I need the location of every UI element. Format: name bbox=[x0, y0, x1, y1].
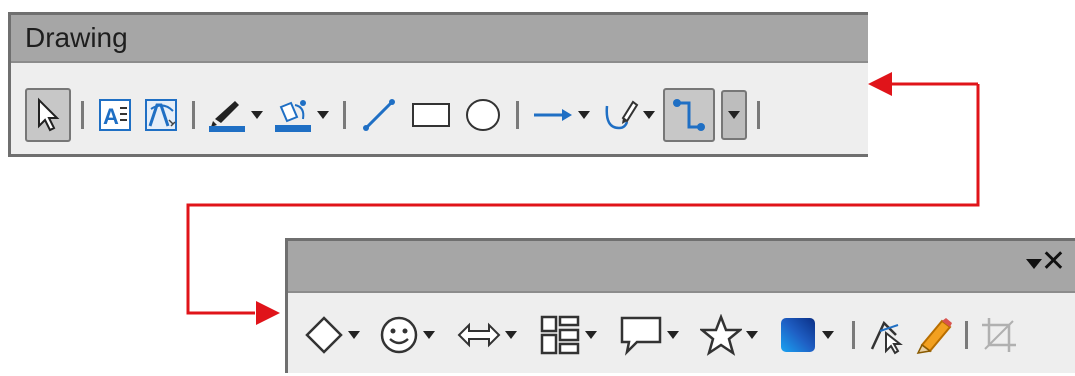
connector-arrow-diagram bbox=[186, 72, 980, 325]
arrowhead-to-connector-button bbox=[868, 72, 892, 96]
connector-arrow-line bbox=[186, 84, 980, 315]
arrowhead-to-shapes-toolbar bbox=[256, 301, 280, 325]
